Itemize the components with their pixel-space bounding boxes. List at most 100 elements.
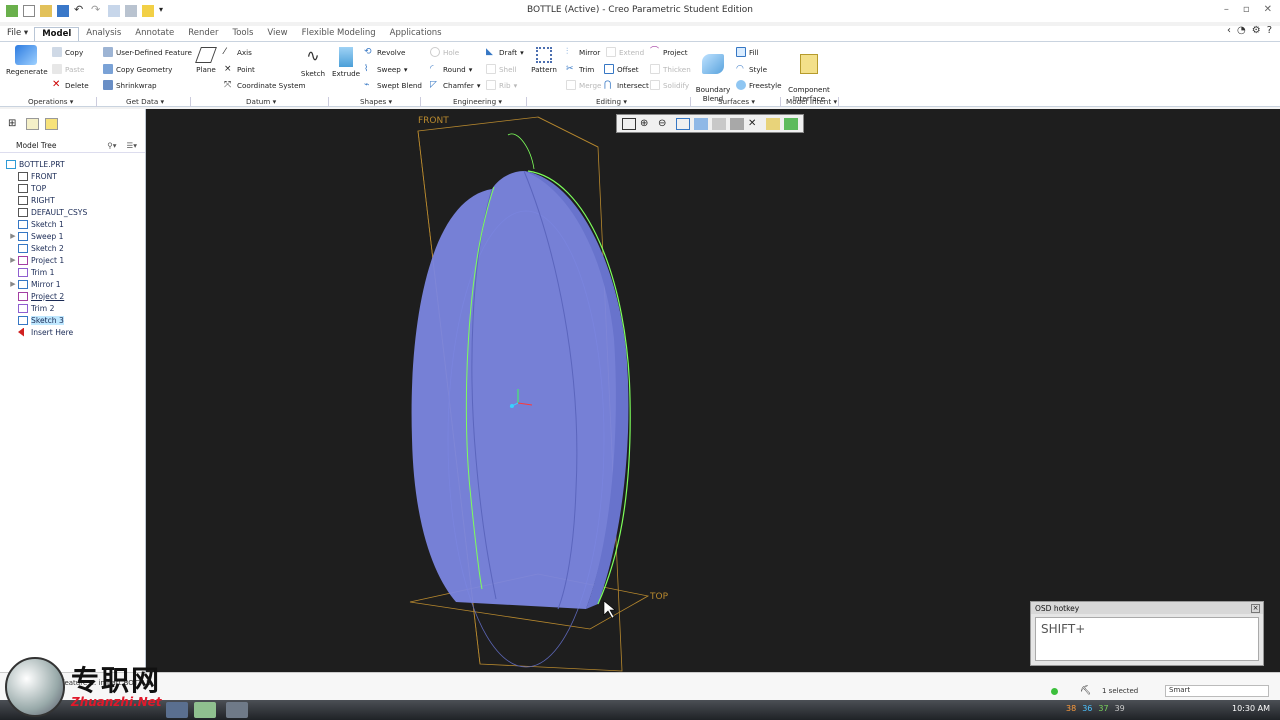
csys-button[interactable]: ⤧ Coordinate System xyxy=(224,80,306,90)
tree-item[interactable]: Sketch 1 xyxy=(0,218,145,230)
copy-geometry-button[interactable]: Copy Geometry xyxy=(103,64,172,74)
shell-button[interactable]: Shell xyxy=(486,64,517,74)
copy-button[interactable]: Copy xyxy=(52,47,83,57)
model-graphics[interactable]: FRONT TOP xyxy=(146,109,1280,672)
hole-button[interactable]: Hole xyxy=(430,47,459,57)
tree-item[interactable]: BOTTLE.PRT xyxy=(0,158,145,170)
datum-display-icon[interactable] xyxy=(766,117,780,130)
expand-arrow-icon[interactable]: ▶ xyxy=(8,280,18,288)
display-style-icon[interactable] xyxy=(694,117,708,130)
rib-button[interactable]: Rib ▾ xyxy=(486,80,517,90)
zoom-out-icon[interactable]: ⊖ xyxy=(658,118,672,130)
settings-icon[interactable]: ⚙ xyxy=(1252,25,1261,36)
mirror-button[interactable]: ⫶ Mirror xyxy=(566,47,600,57)
tree-item[interactable]: Insert Here xyxy=(0,326,145,338)
thicken-button[interactable]: Thicken xyxy=(650,64,691,74)
group-datum[interactable]: Datum ▾ xyxy=(246,97,276,106)
tree-item[interactable]: RIGHT xyxy=(0,194,145,206)
group-get-data[interactable]: Get Data ▾ xyxy=(126,97,164,106)
tab-model[interactable]: Model xyxy=(34,27,80,41)
chamfer-button[interactable]: ◸ Chamfer ▾ xyxy=(430,80,481,90)
view-manager-icon[interactable] xyxy=(730,117,744,130)
revolve-button[interactable]: ⟲ Revolve xyxy=(364,47,405,57)
saved-views-icon[interactable] xyxy=(712,117,726,130)
tree-item[interactable]: Sketch 2 xyxy=(0,242,145,254)
tab-annotate[interactable]: Annotate xyxy=(128,27,181,41)
tree-item[interactable]: TOP xyxy=(0,182,145,194)
minimize-icon[interactable]: – xyxy=(1224,4,1229,15)
project-button[interactable]: ⌒ Project xyxy=(650,47,688,57)
tab-applications[interactable]: Applications xyxy=(383,27,449,41)
expand-arrow-icon[interactable]: ▶ xyxy=(8,256,18,264)
refit-icon[interactable] xyxy=(622,117,636,130)
sweep-button[interactable]: ⌇ Sweep ▾ xyxy=(364,64,407,74)
trim-button[interactable]: ✂ Trim xyxy=(566,64,594,74)
find-icon[interactable]: ⛏ xyxy=(1080,686,1091,696)
zoom-in-icon[interactable]: ⊕ xyxy=(640,118,654,130)
tree-item[interactable]: ▶ Mirror 1 xyxy=(0,278,145,290)
intersect-button[interactable]: ⋂ Intersect xyxy=(604,80,649,90)
freestyle-button[interactable]: Freestyle xyxy=(736,80,782,90)
offset-button[interactable]: Offset xyxy=(604,64,639,74)
extrude-button[interactable]: Extrude xyxy=(332,47,360,78)
draft-button[interactable]: ◣ Draft ▾ xyxy=(486,47,524,57)
expand-arrow-icon[interactable]: ▶ xyxy=(8,232,18,240)
solidify-button[interactable]: Solidify xyxy=(650,80,689,90)
boundary-blend-button[interactable]: Boundary Blend xyxy=(694,45,732,103)
model-tree-tab-icon[interactable]: ⊞ xyxy=(8,118,20,130)
osd-close-icon[interactable]: × xyxy=(1251,603,1260,613)
help-icon[interactable]: ? xyxy=(1267,25,1272,36)
style-button[interactable]: ◠ Style xyxy=(736,64,767,74)
udf-button[interactable]: User-Defined Feature xyxy=(103,47,192,57)
tab-analysis[interactable]: Analysis xyxy=(79,27,128,41)
maximize-icon[interactable]: ▫ xyxy=(1243,4,1250,15)
merge-button[interactable]: Merge xyxy=(566,80,601,90)
regenerate-button[interactable]: Regenerate xyxy=(6,45,48,76)
tree-filter-icon[interactable]: ⚲▾ xyxy=(107,141,116,150)
back-icon[interactable]: ‹ xyxy=(1227,25,1231,36)
group-operations[interactable]: Operations ▾ xyxy=(28,97,73,106)
tree-item[interactable]: ▶ Sweep 1 xyxy=(0,230,145,242)
component-interface-button[interactable]: Component Interface xyxy=(788,45,830,103)
tree-item[interactable]: Trim 1 xyxy=(0,266,145,278)
taskbar-app-folder[interactable] xyxy=(226,702,248,718)
delete-button[interactable]: ✕ Delete xyxy=(52,80,89,90)
taskbar-app-explorer[interactable] xyxy=(194,702,216,718)
paste-button[interactable]: Paste xyxy=(52,64,84,74)
swept-blend-button[interactable]: ⌁ Swept Blend xyxy=(364,80,422,90)
fill-button[interactable]: Fill xyxy=(736,47,759,57)
file-menu[interactable]: File ▾ xyxy=(0,27,34,41)
selection-filter[interactable]: Smart xyxy=(1165,685,1269,697)
plane-button[interactable]: Plane xyxy=(192,47,220,74)
graphics-viewport[interactable]: FRONT TOP ⊕ ⊖ ✕ OSD hotkey × SHIFT+ xyxy=(146,109,1280,672)
point-button[interactable]: × Point xyxy=(224,64,255,74)
group-engineering[interactable]: Engineering ▾ xyxy=(453,97,502,106)
spin-center-icon[interactable] xyxy=(784,117,798,130)
tab-tools[interactable]: Tools xyxy=(225,27,260,41)
tab-flexible-modeling[interactable]: Flexible Modeling xyxy=(295,27,383,41)
folder-browser-tab-icon[interactable] xyxy=(26,118,39,130)
shrinkwrap-button[interactable]: Shrinkwrap xyxy=(103,80,157,90)
perspective-icon[interactable]: ✕ xyxy=(748,118,762,130)
favorites-tab-icon[interactable] xyxy=(45,118,58,130)
extend-button[interactable]: Extend xyxy=(606,47,644,57)
tree-item[interactable]: DEFAULT_CSYS xyxy=(0,206,145,218)
group-surfaces[interactable]: Surfaces ▾ xyxy=(718,97,755,106)
pattern-button[interactable]: Pattern xyxy=(530,47,558,74)
search-help-icon[interactable]: ◔ xyxy=(1237,25,1246,36)
group-editing[interactable]: Editing ▾ xyxy=(596,97,627,106)
tree-item[interactable]: Sketch 3 xyxy=(0,314,145,326)
group-model-intent[interactable]: Model Intent ▾ xyxy=(786,97,837,106)
sketch-button[interactable]: ∿ Sketch xyxy=(300,47,326,79)
group-shapes[interactable]: Shapes ▾ xyxy=(360,97,392,106)
tree-item[interactable]: Project 2 xyxy=(0,290,145,302)
round-button[interactable]: ◜ Round ▾ xyxy=(430,64,472,74)
close-icon[interactable]: ✕ xyxy=(1264,4,1272,15)
tree-item[interactable]: ▶ Project 1 xyxy=(0,254,145,266)
tab-render[interactable]: Render xyxy=(181,27,225,41)
selection-count[interactable]: 1 selected xyxy=(1102,687,1138,695)
tab-view[interactable]: View xyxy=(260,27,294,41)
tree-settings-icon[interactable]: ☰▾ xyxy=(127,141,138,150)
repaint-icon[interactable] xyxy=(676,117,690,130)
tree-item[interactable]: FRONT xyxy=(0,170,145,182)
